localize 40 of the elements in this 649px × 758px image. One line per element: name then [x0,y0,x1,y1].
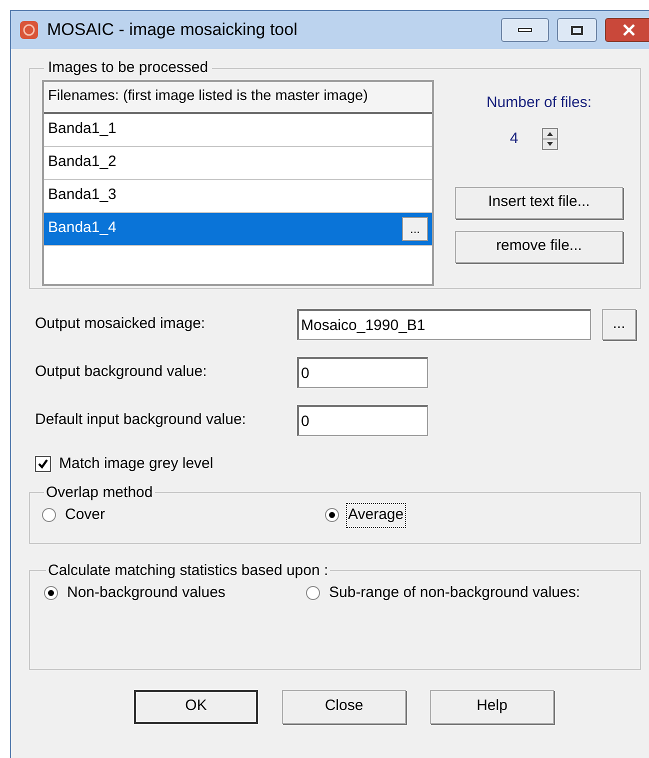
browse-button[interactable]: ... [402,216,428,240]
number-of-files-value: 4 [510,129,518,149]
window-title: MOSAIC - image mosaicking tool [47,19,298,42]
number-of-files-label: Number of files: [486,92,592,112]
checkbox-label: Match image grey level [59,454,214,474]
file-row[interactable]: Banda1_2 [44,146,432,180]
group-title: Images to be processed [47,58,210,78]
maximize-button[interactable] [557,18,597,42]
radio-button[interactable] [306,586,320,600]
radio-button[interactable] [325,508,339,522]
radio-label: Cover [64,505,106,525]
input-field[interactable]: Mosaico_1990_B1 [297,309,591,340]
column-header: Filenames: (first image listed is the master image) [44,82,432,114]
input-field[interactable]: 0 [297,405,428,436]
close-icon [623,24,635,36]
file-row[interactable]: Banda1_3 [44,180,432,212]
group-title: Overlap method [45,482,154,502]
dialog-button[interactable]: Help [430,690,554,724]
browse-button[interactable]: ... [602,309,636,340]
file-row[interactable]: Banda1_4 ... [44,212,432,246]
list-action-button[interactable]: remove file... [455,230,623,262]
radio-label: Sub-range of non-background values: [328,583,582,603]
app-icon [19,20,39,40]
dialog-button[interactable]: OK [134,690,258,724]
radio-button[interactable] [44,586,58,600]
checkbox[interactable] [35,456,51,472]
list-action-button[interactable]: Insert text file... [455,186,623,218]
minimize-button[interactable] [501,18,549,42]
radio-label: Non-background values [66,583,226,603]
field-label: Default input background value: [35,410,247,430]
spinner-icon[interactable] [542,128,558,150]
radio-label: Average [347,504,405,526]
group-title: Calculate matching statistics based upon : [47,560,330,580]
field-label: Output background value: [35,362,208,382]
radio-button[interactable] [42,508,56,522]
input-field[interactable]: 0 [297,357,428,388]
field-label: Output mosaicked image: [35,314,206,334]
file-row[interactable]: Banda1_1 [44,114,432,146]
dialog-button[interactable]: Close [282,690,406,724]
close-button[interactable] [605,18,649,42]
